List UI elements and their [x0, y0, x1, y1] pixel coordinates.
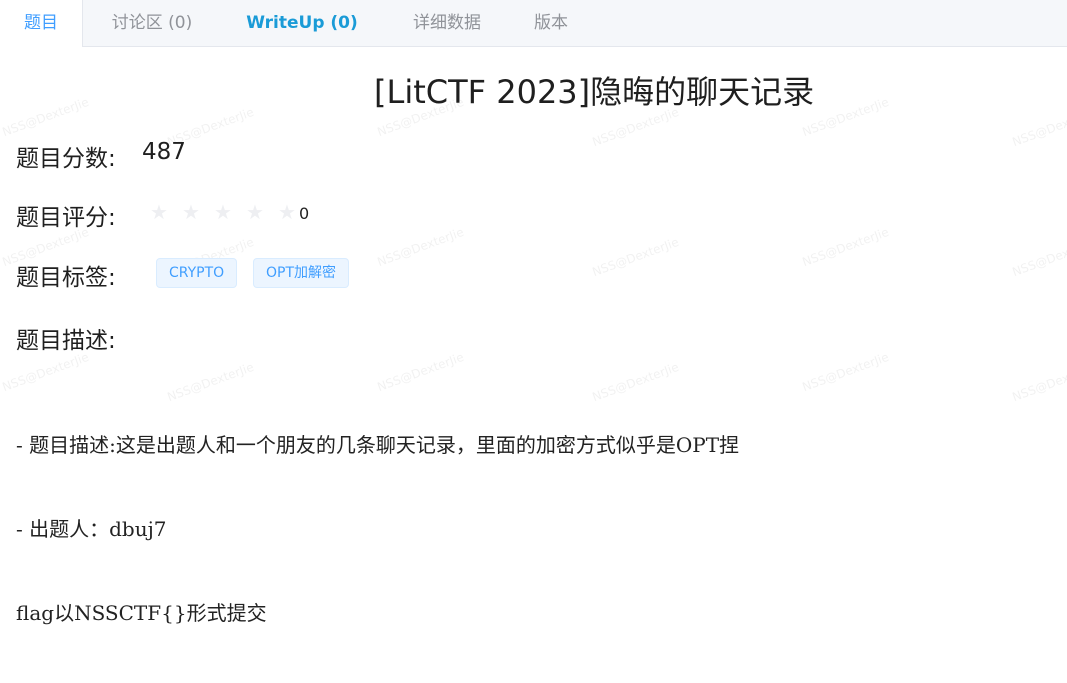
description-line: flag以NSSCTF{}形式提交: [16, 601, 267, 625]
star-icon[interactable]: ★: [182, 200, 214, 224]
problem-title: [LitCTF 2023]隐晦的聊天记录: [374, 73, 815, 111]
problem-content: [LitCTF 2023]隐晦的聊天记录 题目分数: 487 题目评分: ★ ★…: [0, 47, 1067, 625]
tag-crypto[interactable]: CRYPTO: [156, 258, 238, 288]
tab-version[interactable]: 版本: [512, 0, 590, 46]
star-icon[interactable]: ★: [246, 200, 278, 224]
score-label: 题目分数:: [16, 146, 116, 172]
star-icon[interactable]: ★: [150, 200, 182, 224]
tab-writeup[interactable]: WriteUp (0): [222, 0, 382, 46]
tags-label: 题目标签:: [16, 265, 116, 291]
description-line: - 题目描述:这是出题人和一个朋友的几条聊天记录，里面的加密方式似乎是OPT捏: [16, 433, 740, 457]
tab-discussion[interactable]: 讨论区 (0): [82, 0, 222, 46]
tag-opt[interactable]: OPT加解密: [253, 258, 350, 288]
description-label: 题目描述:: [16, 328, 116, 354]
tab-problem[interactable]: 题目: [0, 0, 83, 47]
description-line: - 出题人：dbuj7: [16, 517, 167, 541]
star-icon[interactable]: ★: [214, 200, 246, 224]
score-value: 487: [142, 139, 186, 165]
rating-stars[interactable]: ★ ★ ★ ★ ★: [150, 200, 310, 224]
rating-label: 题目评分:: [16, 205, 116, 231]
tab-details[interactable]: 详细数据: [382, 0, 512, 46]
rating-value: 0: [299, 204, 310, 223]
problem-description: - 题目描述:这是出题人和一个朋友的几条聊天记录，里面的加密方式似乎是OPT捏 …: [16, 375, 739, 683]
tab-bar: 题目 讨论区 (0) WriteUp (0) 详细数据 版本: [0, 0, 1067, 47]
